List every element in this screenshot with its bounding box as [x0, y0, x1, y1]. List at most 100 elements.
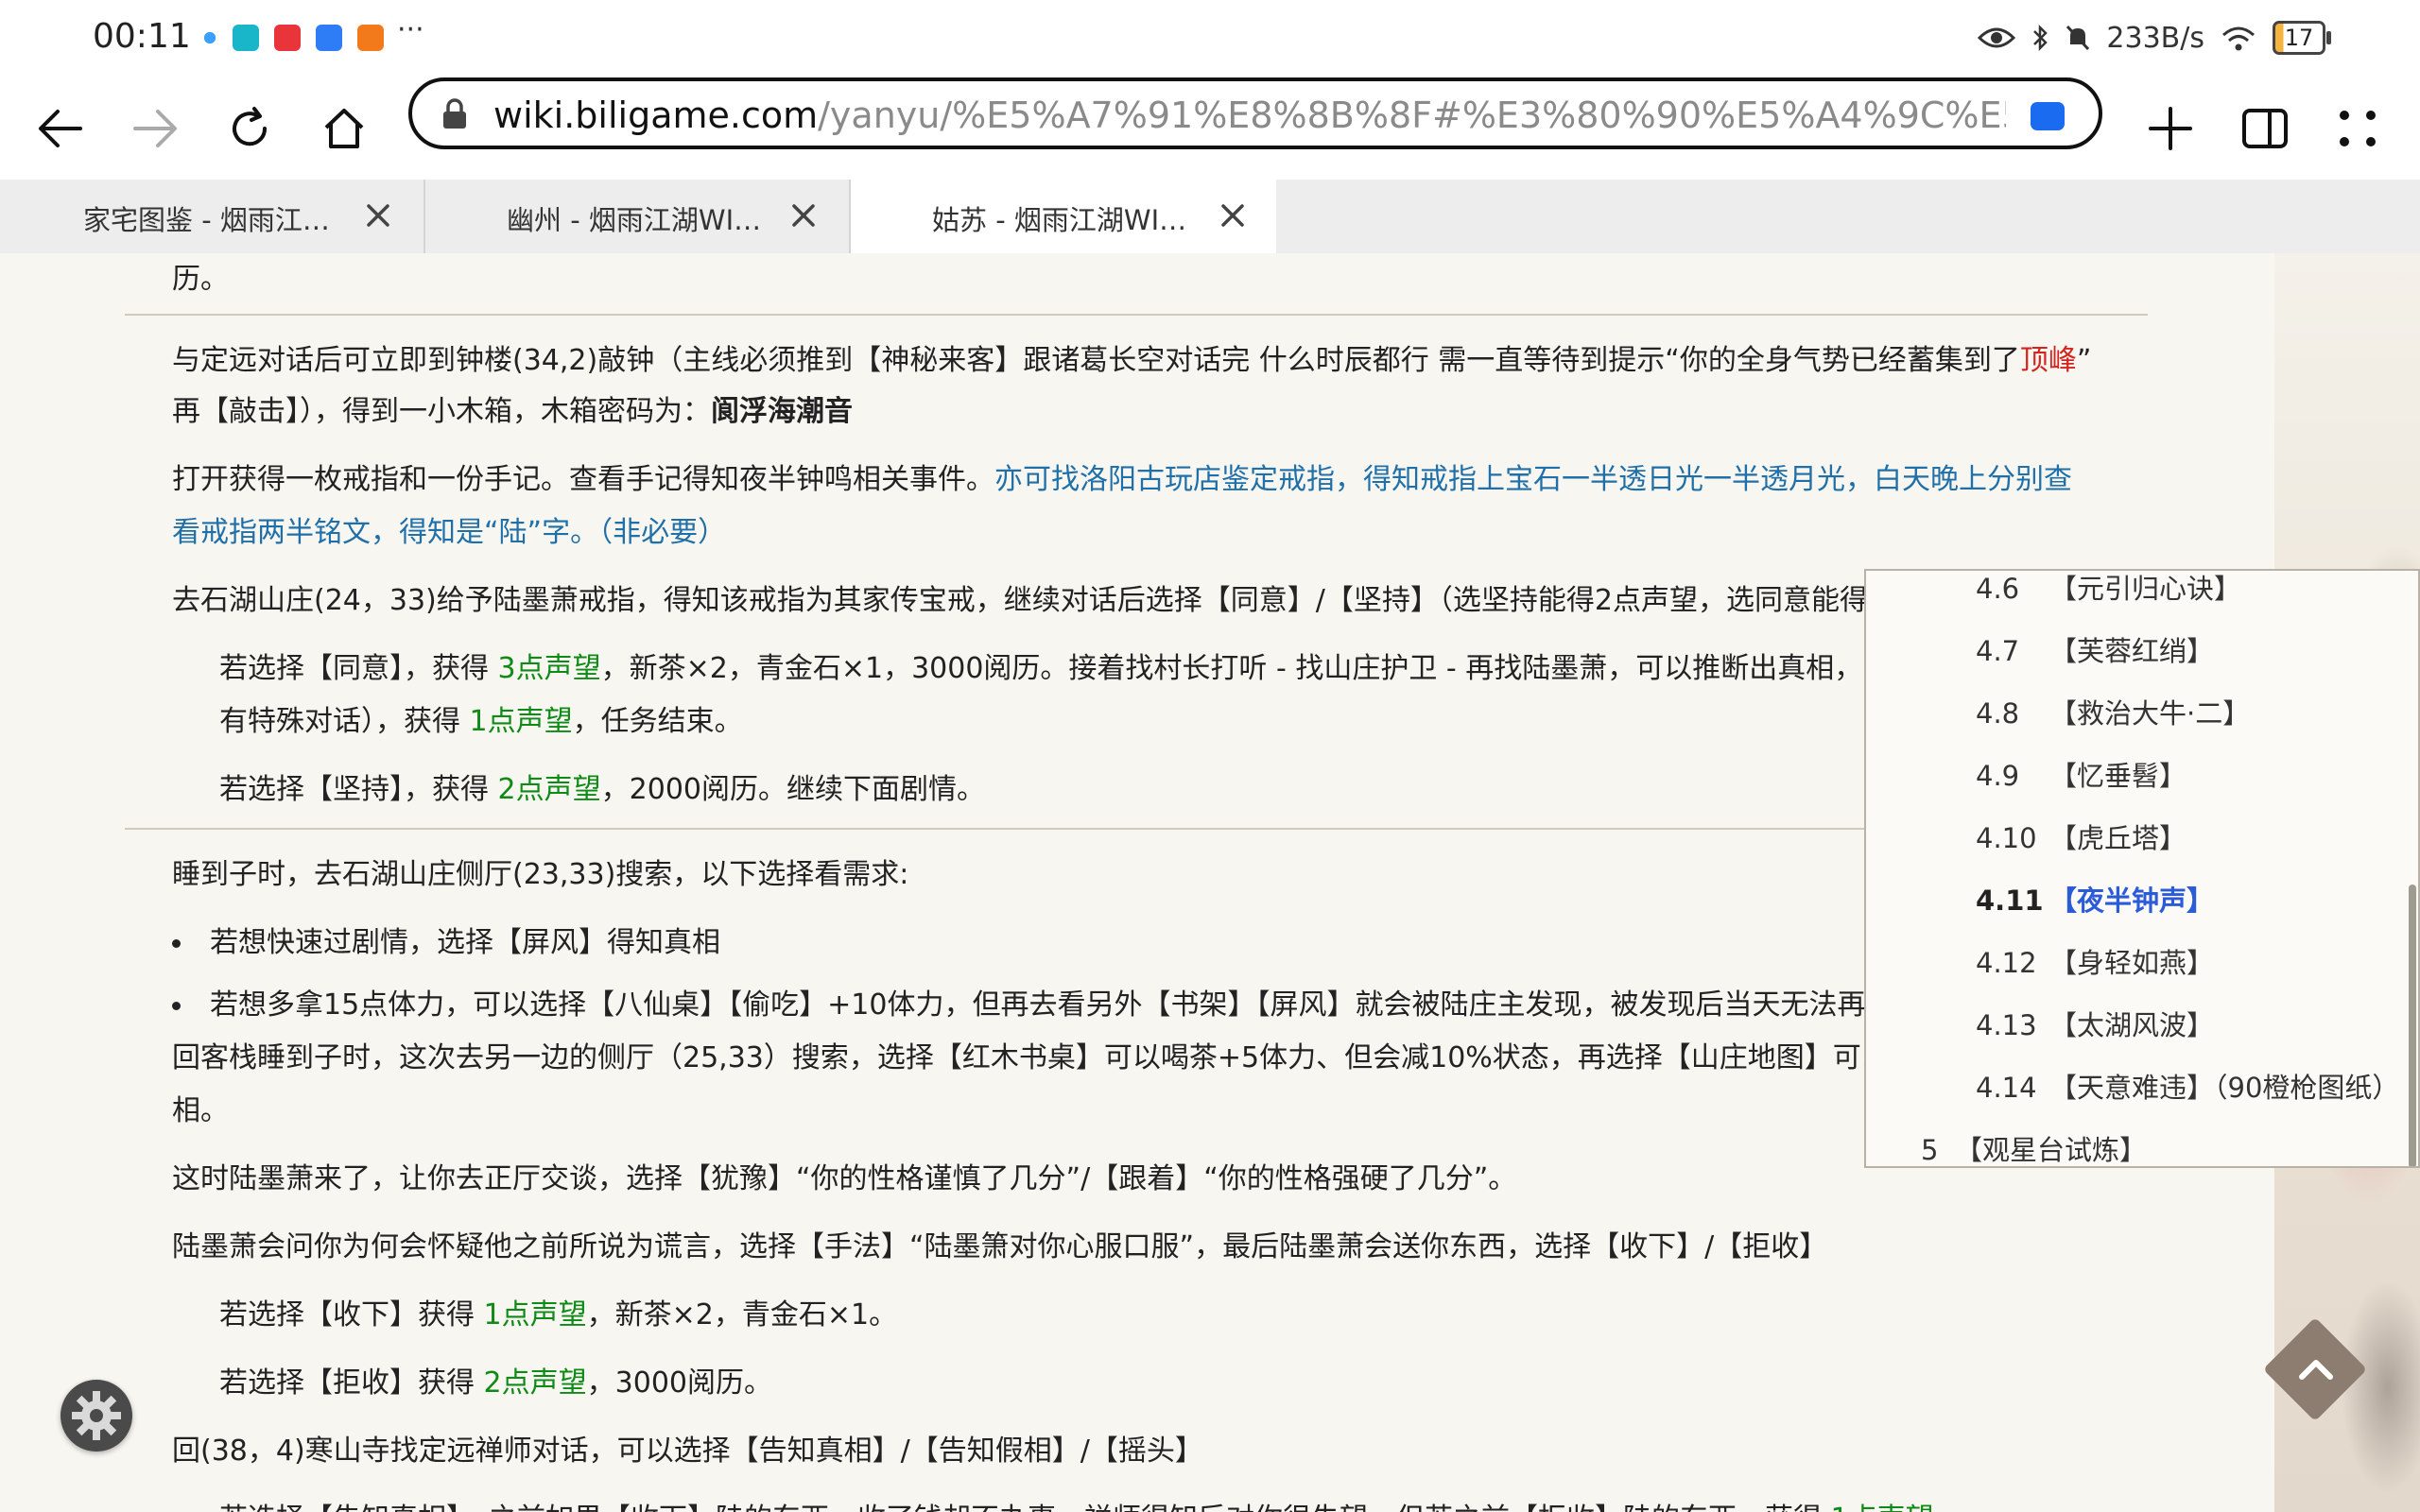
paragraph-line: 睡到子时，去石湖山庄侧厅(23,33)搜索，以下选择看需求: [172, 858, 909, 891]
tab-strip: 家宅图鉴 - 烟雨江… 幽州 - 烟雨江湖WI… 姑苏 - 烟雨江湖WI… [0, 180, 2420, 254]
gear-icon [72, 1391, 121, 1440]
text: 若选择【告知真相】，之前如果【收下】陆的东西，收了钱却不办事，禅师得知后对你很失… [219, 1503, 1831, 1512]
note-line: 看戒指两半铭文，得知是“陆”字。（非必要） [172, 516, 727, 549]
password-text: 阆浮海潮音 [711, 395, 853, 428]
notification-app-icon [274, 25, 301, 51]
paragraph-line: 回(38，4)寒山寺找定远禅师对话，可以选择【告知真相】/【告知假相】/【摇头】 [172, 1435, 1203, 1468]
list-item: 若想多拿15点体力，可以选择【八仙桌】【偷吃】+10体力，但再去看另外【书架】【… [210, 988, 2065, 1022]
forward-button[interactable] [119, 93, 191, 164]
reload-icon [233, 107, 268, 146]
reputation-text: 2点声望 [497, 773, 601, 806]
toc-item-active[interactable]: 4.11 【夜半钟声】 [1976, 879, 2214, 919]
paragraph-line: 陆墨萧会问你为何会怀疑他之前所说为谎言，选择【手法】“陆墨箫对你心服口服”，最后… [172, 1230, 1828, 1263]
toc-item[interactable]: 5 【观星台试炼】 [1921, 1128, 2148, 1166]
notification-app-icon [197, 25, 223, 51]
toc-title: 【天意难违】（90橙枪图纸） [2049, 1072, 2400, 1104]
settings-button[interactable] [60, 1380, 132, 1452]
list-item-cont: 相。 [172, 1094, 229, 1127]
tab-gusu[interactable]: 姑苏 - 烟雨江湖WI… [851, 180, 1276, 253]
toc-title: 【忆垂髫】 [2049, 760, 2187, 792]
toc-title: 【芙蓉红绡】 [2049, 635, 2215, 667]
paragraph-line: 历。 [172, 263, 229, 296]
table-of-contents[interactable]: 4.6 【元引归心诀】 4.7 【芙蓉红绡】 4.8 【救治大牛·二】 4.9 【忆垂髫… [1864, 569, 2420, 1168]
option-line: 若选择【坚持】，获得 2点声望，2000阅历。继续下面剧情。 [219, 764, 985, 816]
toc-item[interactable]: 4.10 【虎丘塔】 [1976, 816, 2187, 856]
toc-number: 4.9 [1976, 760, 2020, 792]
text: 打开获得一枚戒指和一份手记。查看手记得知夜半钟鸣相关事件。 [172, 463, 994, 496]
toc-item[interactable]: 4.12 【身轻如燕】 [1976, 941, 2214, 981]
plus-icon [2149, 107, 2192, 150]
toc-title: 【太湖风波】 [2049, 1009, 2215, 1041]
reload-button[interactable] [214, 93, 285, 164]
notification-app-icon [316, 25, 342, 51]
toc-item[interactable]: 4.9 【忆垂髫】 [1976, 754, 2187, 794]
text: 有特殊对话），获得 [219, 705, 470, 738]
toc-item[interactable]: 4.7 【芙蓉红绡】 [1976, 629, 2214, 669]
toc-number: 4.14 [1976, 1072, 2037, 1104]
toc-title: 【观星台试炼】 [1955, 1134, 2148, 1166]
new-tab-button[interactable] [2135, 93, 2206, 164]
text: 若选择【拒收】获得 [219, 1366, 484, 1400]
toc-title: 【虎丘塔】 [2049, 822, 2187, 854]
tab-label: 家宅图鉴 - 烟雨江… [83, 204, 330, 236]
bullet [172, 1002, 181, 1010]
battery-level: 17 [2284, 25, 2314, 51]
notification-app-icon [357, 25, 384, 51]
status-bar: 00:11 ··· 233B/s 17 [0, 0, 2420, 76]
toc-item[interactable]: 4.13 【太湖风波】 [1976, 1004, 2214, 1043]
battery-icon: 17 [2273, 21, 2331, 55]
network-speed: 233B/s [2106, 21, 2204, 55]
reputation-text: 1点声望 [483, 1298, 587, 1332]
toc-title: 【元引归心诀】 [2049, 573, 2242, 605]
menu-button[interactable] [2322, 93, 2394, 164]
wifi-icon [2222, 26, 2255, 51]
option-line: 若选择【收下】获得 1点声望，新茶×2，青金石×1。 [219, 1289, 897, 1342]
mute-bell-icon [2066, 25, 2090, 51]
text: 若选择【同意】，获得 [219, 652, 498, 685]
back-button[interactable] [25, 93, 96, 164]
note-text: 亦可找洛阳古玩店鉴定戒指，得知戒指上宝石一半透日光一半透月光，白天晚上分别查 [994, 463, 2072, 496]
eye-icon [1978, 27, 2016, 48]
address-bar[interactable]: wiki.biligame.com/yanyu/%E5%A7%91%E8%8B%… [408, 77, 2102, 149]
text: 再【敲击】），得到一小木箱，木箱密码为： [172, 395, 711, 428]
bullet [172, 939, 181, 948]
text: ，2000阅历。继续下面剧情。 [600, 773, 985, 806]
paragraph-line: 这时陆墨萧来了，让你去正厅交谈，选择【犹豫】“你的性格谨慎了几分”/【跟着】“你… [172, 1162, 1517, 1195]
close-icon[interactable] [786, 198, 821, 232]
divider [125, 314, 2148, 316]
highlight-text: 顶峰 [2019, 344, 2077, 377]
close-icon[interactable] [1216, 198, 1250, 232]
paragraph-line: 打开获得一枚戒指和一份手记。查看手记得知夜半钟鸣相关事件。亦可找洛阳古玩店鉴定戒… [172, 454, 2072, 507]
clock: 00:11 [93, 17, 191, 56]
toc-number: 4.12 [1976, 947, 2037, 979]
text: ，新茶×2，青金石×1。 [586, 1298, 898, 1332]
tabs-sidebar-button[interactable] [2229, 93, 2301, 164]
text: 与定远对话后可立即到钟楼(34,2)敲钟（主线必须推到【神秘来客】跟诸葛长空对话… [172, 344, 2020, 377]
text: ，新茶×2，青金石×1，3000阅历。接着找村长打听 - 找山庄护卫 - 再找陆… [600, 652, 2076, 685]
home-button[interactable] [308, 93, 380, 164]
notification-app-icon [233, 25, 259, 51]
toc-item[interactable]: 4.6 【元引归心诀】 [1976, 571, 2242, 607]
toc-number: 4.11 [1976, 885, 2044, 917]
tab-youzhou[interactable]: 幽州 - 烟雨江湖WI… [425, 180, 847, 253]
toc-item[interactable]: 4.8 【救治大牛·二】 [1976, 692, 2250, 731]
tab-home-encyclopedia[interactable]: 家宅图鉴 - 烟雨江… [0, 180, 422, 253]
toc-number: 5 [1921, 1134, 1939, 1166]
arrow-right-icon [133, 110, 177, 147]
option-line: 若选择【拒收】获得 2点声望，3000阅历。 [219, 1357, 772, 1410]
close-icon[interactable] [361, 198, 395, 232]
toc-item[interactable]: 4.14 【天意难违】（90橙枪图纸） [1976, 1066, 2399, 1106]
toc-number: 4.8 [1976, 697, 2020, 730]
lock-icon [443, 98, 466, 129]
url-text[interactable]: wiki.biligame.com/yanyu/%E5%A7%91%E8%8B%… [493, 94, 2006, 136]
list-item: 若想快速过剧情，选择【屏风】得知真相 [210, 926, 720, 959]
toc-scrollbar[interactable] [2409, 885, 2416, 1166]
list-item-cont: 回客栈睡到子时，这次去另一边的侧厅（25,33）搜索，选择【红木书桌】可以喝茶+… [172, 1041, 2088, 1074]
text: 若选择【收下】获得 [219, 1298, 484, 1332]
text: ，3000阅历。 [586, 1366, 772, 1400]
reputation-text: 3点声望 [497, 652, 601, 685]
translate-extension-icon[interactable] [2031, 102, 2065, 130]
paragraph-line: 再【敲击】），得到一小木箱，木箱密码为：阆浮海潮音 [172, 386, 853, 438]
chevron-up-icon [2299, 1360, 2333, 1380]
toc-number: 4.7 [1976, 635, 2020, 667]
